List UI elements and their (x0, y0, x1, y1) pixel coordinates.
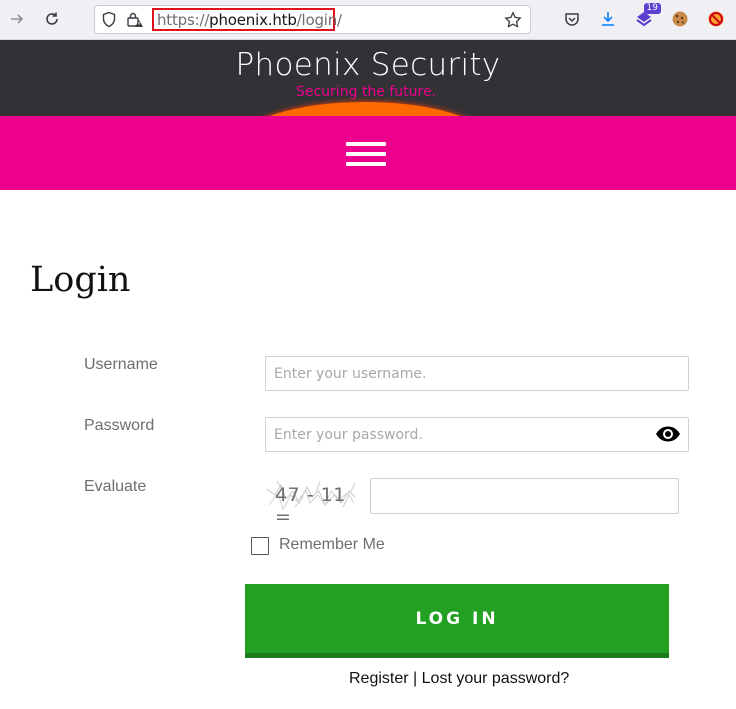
page-title: Login (30, 260, 131, 300)
reload-icon[interactable] (41, 8, 63, 30)
links-separator: | (413, 670, 418, 687)
url-bar[interactable]: https://phoenix.htb/login/ (94, 5, 531, 34)
hamburger-menu-icon[interactable] (346, 142, 386, 166)
log-in-button[interactable]: LOG IN (245, 584, 669, 658)
url-path: /login/ (296, 11, 342, 29)
browser-toolbar: https://phoenix.htb/login/ 19 (0, 0, 736, 40)
password-input[interactable] (265, 417, 689, 452)
sunrise-graphic (240, 102, 490, 116)
pocket-icon[interactable] (561, 8, 583, 30)
captcha-answer-input[interactable] (370, 478, 679, 514)
extension-badge: 19 (643, 3, 661, 14)
url-host: phoenix.htb (209, 11, 297, 29)
nav-bar (0, 116, 736, 190)
shield-icon[interactable] (101, 11, 117, 33)
register-link[interactable]: Register (349, 670, 409, 687)
extension-icon[interactable]: 19 (633, 3, 661, 30)
site-header: Phoenix Security Securing the future. (0, 40, 736, 116)
lost-password-link[interactable]: Lost your password? (422, 670, 570, 687)
password-label: Password (84, 417, 155, 434)
forward-arrow-icon[interactable] (6, 8, 28, 30)
username-label: Username (84, 356, 158, 373)
show-password-eye-icon[interactable] (655, 425, 681, 443)
remember-me-label[interactable]: Remember Me (279, 536, 385, 554)
auth-links: Register | Lost your password? (349, 670, 569, 688)
site-title[interactable]: Phoenix Security (0, 47, 736, 83)
username-input[interactable] (265, 356, 689, 391)
captcha-expression: 47 - 11 = (275, 484, 346, 528)
url-prefix: https:// (157, 11, 210, 29)
captcha-image: 47 - 11 = (265, 477, 367, 528)
blocker-icon[interactable] (705, 8, 727, 30)
site-tagline: Securing the future. (295, 84, 437, 100)
evaluate-label: Evaluate (84, 478, 147, 495)
url-text[interactable]: https://phoenix.htb/login/ (157, 11, 342, 29)
download-icon[interactable] (597, 8, 619, 30)
bookmark-star-icon[interactable] (504, 11, 522, 34)
remember-me-checkbox[interactable] (251, 537, 269, 555)
cookie-icon[interactable] (669, 8, 691, 30)
insecure-lock-icon[interactable] (126, 11, 144, 33)
